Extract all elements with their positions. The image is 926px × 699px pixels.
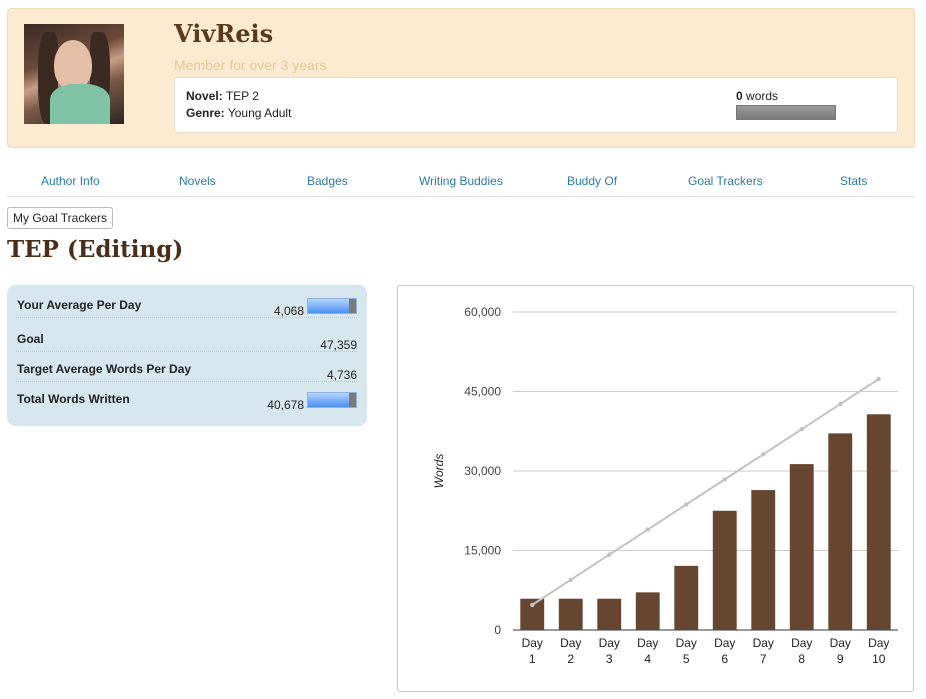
x-tick-label: 8 xyxy=(798,652,805,666)
nav-author-info[interactable]: Author Info xyxy=(41,174,100,188)
word-count-value: 0 xyxy=(736,89,743,103)
novel-genre-line: Genre: Young Adult xyxy=(186,106,291,120)
genre-label: Genre: xyxy=(186,106,225,120)
target-line xyxy=(531,378,880,606)
x-tick-label: Day xyxy=(560,636,581,650)
y-tick-label: 45,000 xyxy=(464,385,501,399)
x-tick-label: Day xyxy=(830,636,851,650)
bar xyxy=(866,414,891,630)
y-axis-label: Words xyxy=(432,454,446,489)
bar xyxy=(674,565,699,630)
y-tick-label: 15,000 xyxy=(464,544,501,558)
word-count-unit: words xyxy=(746,89,779,103)
total-progress-bar xyxy=(307,392,357,408)
profile-nav: Author Info Novels Badges Writing Buddie… xyxy=(7,165,915,197)
stat-label: Your Average Per Day xyxy=(17,298,142,312)
x-tick-label: 6 xyxy=(721,652,728,666)
bar xyxy=(597,598,622,630)
stat-value: 40,678 xyxy=(267,398,304,412)
x-tick-label: 1 xyxy=(529,652,536,666)
username: VivReis xyxy=(174,19,274,48)
x-tick-label: 4 xyxy=(644,652,651,666)
target-point xyxy=(722,477,727,482)
x-tick-label: Day xyxy=(753,636,774,650)
page-title: TEP (Editing) xyxy=(7,236,184,263)
stat-value: 4,068 xyxy=(273,304,304,318)
target-point xyxy=(607,552,612,557)
target-point xyxy=(684,502,689,507)
nav-novels[interactable]: Novels xyxy=(179,174,216,188)
x-tick-label: 7 xyxy=(760,652,767,666)
target-point xyxy=(645,527,650,532)
target-point xyxy=(568,577,573,582)
nav-writing-buddies[interactable]: Writing Buddies xyxy=(419,174,503,188)
target-point xyxy=(761,452,766,457)
x-tick-label: Day xyxy=(676,636,697,650)
my-goal-trackers-button[interactable]: My Goal Trackers xyxy=(7,207,114,229)
x-tick-label: 10 xyxy=(872,652,886,666)
stat-label: Target Average Words Per Day xyxy=(17,362,192,376)
stats-panel: Your Average Per Day 4,068 Goal 47,359 T… xyxy=(7,285,367,426)
nav-goal-trackers[interactable]: Goal Trackers xyxy=(688,174,763,188)
target-point xyxy=(530,602,535,608)
x-tick-label: Day xyxy=(522,636,543,650)
stat-label: Total Words Written xyxy=(17,392,130,406)
x-tick-label: Day xyxy=(868,636,889,650)
stat-value: 4,736 xyxy=(326,368,357,382)
y-tick-label: 0 xyxy=(494,623,501,637)
x-tick-label: Day xyxy=(599,636,620,650)
x-tick-label: Day xyxy=(791,636,812,650)
x-tick-label: 2 xyxy=(567,652,574,666)
stat-row-average: Your Average Per Day 4,068 xyxy=(16,288,357,318)
stat-row-total: Total Words Written 40,678 xyxy=(16,382,357,412)
x-tick-label: 9 xyxy=(837,652,844,666)
target-point xyxy=(799,426,804,432)
bar xyxy=(789,464,814,630)
nav-badges[interactable]: Badges xyxy=(307,174,348,188)
word-count-progress-bar xyxy=(736,105,836,120)
stat-row-goal: Goal 47,359 xyxy=(16,322,357,352)
stat-label: Goal xyxy=(17,332,44,346)
average-progress-bar xyxy=(307,298,357,314)
x-tick-label: Day xyxy=(714,636,735,650)
novel-genre: Young Adult xyxy=(227,106,292,120)
bar xyxy=(558,598,583,630)
word-count: 0 words xyxy=(736,89,778,103)
target-point xyxy=(876,376,881,382)
stat-row-target: Target Average Words Per Day 4,736 xyxy=(16,352,357,382)
member-since: Member for over 3 years xyxy=(174,57,327,73)
novel-title[interactable]: TEP 2 xyxy=(226,89,259,103)
bar xyxy=(751,490,776,630)
x-tick-label: 5 xyxy=(683,652,690,666)
profile-header: VivReis Member for over 3 years Novel: T… xyxy=(7,8,915,148)
words-chart: 0 15,000 30,000 45,000 60,000 Words Day 1 Day 2 Da… xyxy=(397,285,914,692)
bar xyxy=(828,433,853,630)
novel-info-box: Novel: TEP 2 Genre: Young Adult 0 words xyxy=(174,77,898,133)
nav-stats[interactable]: Stats xyxy=(840,174,867,188)
x-tick-label: Day xyxy=(637,636,658,650)
y-tick-label: 60,000 xyxy=(464,305,501,319)
bar xyxy=(635,592,660,630)
stat-value: 47,359 xyxy=(320,338,357,352)
novel-label: Novel: xyxy=(186,89,223,103)
y-tick-label: 30,000 xyxy=(464,464,501,478)
chart-svg: 0 15,000 30,000 45,000 60,000 Words Day 1 Day 2 Da… xyxy=(432,305,898,666)
avatar[interactable] xyxy=(24,24,124,124)
x-tick-label: 3 xyxy=(606,652,613,666)
novel-title-line: Novel: TEP 2 xyxy=(186,89,259,103)
target-point xyxy=(838,401,843,407)
nav-buddy-of[interactable]: Buddy Of xyxy=(567,174,617,188)
bar xyxy=(712,510,737,630)
